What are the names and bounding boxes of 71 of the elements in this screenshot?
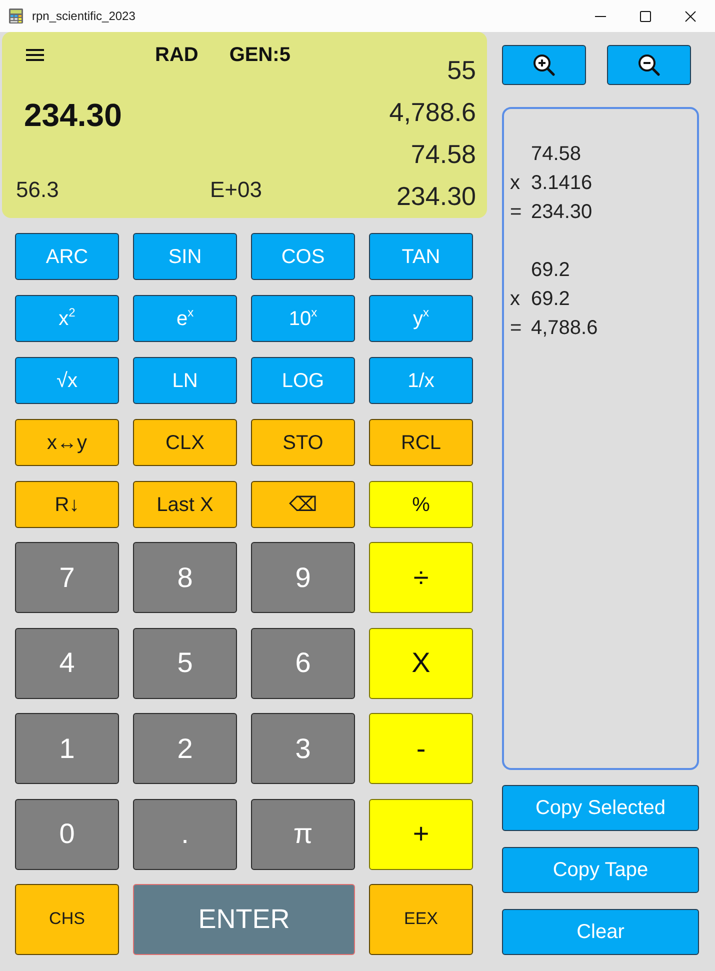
stack-key[interactable]: CHS	[15, 884, 119, 955]
digit-key[interactable]: 2	[133, 713, 237, 784]
digit-key[interactable]: 4	[15, 628, 119, 698]
angle-mode: RAD	[155, 44, 198, 66]
zoom-in-button[interactable]	[502, 45, 586, 85]
function-key[interactable]: e$^{x}$	[133, 295, 237, 342]
function-key[interactable]: COS	[251, 233, 355, 280]
close-icon	[685, 10, 696, 22]
menu-icon[interactable]	[25, 48, 45, 62]
x-register-value: 234.30	[24, 96, 122, 135]
tape-value: 4,788.6	[531, 317, 598, 340]
digit-key[interactable]: 0	[15, 798, 119, 870]
stack-key[interactable]: EEX	[369, 884, 473, 955]
tape-list[interactable]: 74.58 x 3.1416 = 234.30 69.2 x 69.2 = 4,788.6	[502, 107, 699, 770]
tape-operator: x	[510, 172, 521, 195]
enter-key[interactable]: ENTER	[133, 884, 355, 955]
stack-value: 4,788.6	[389, 96, 476, 129]
zoom-out-button[interactable]	[607, 45, 691, 85]
tape-button[interactable]: Copy Selected	[502, 785, 699, 831]
digit-key[interactable]: .	[133, 798, 237, 870]
stack-key[interactable]: RCL	[369, 419, 473, 466]
digit-key[interactable]: 1	[15, 713, 119, 784]
operator-key[interactable]: -	[369, 713, 473, 784]
exponent-value: E+03	[210, 176, 262, 204]
digit-key[interactable]: 7	[15, 542, 119, 613]
zoom-out-icon	[637, 53, 661, 77]
digit-key[interactable]: 5	[133, 628, 237, 698]
tape-button[interactable]: Clear	[502, 909, 699, 955]
function-key[interactable]: √x	[15, 357, 119, 404]
function-key[interactable]: 1/x	[369, 357, 473, 404]
display-format: GEN:5	[229, 44, 290, 66]
operator-key[interactable]: %	[369, 481, 473, 528]
function-key[interactable]: LOG	[251, 357, 355, 404]
function-key[interactable]: ARC	[15, 233, 119, 280]
stack-key[interactable]: STO	[251, 419, 355, 466]
function-key[interactable]: SIN	[133, 233, 237, 280]
stack-value: 74.58	[410, 138, 476, 171]
stack-key[interactable]: Last X	[133, 481, 237, 528]
stack-key[interactable]: ⌫	[251, 481, 355, 528]
stack-value: 55	[447, 54, 476, 87]
stack-key[interactable]: CLX	[133, 419, 237, 466]
tape-value: 3.1416	[531, 172, 592, 195]
function-key[interactable]: y$^{x}$	[369, 295, 473, 342]
tape-value: 74.58	[531, 143, 582, 166]
function-key[interactable]: TAN	[369, 233, 473, 280]
tape-value: 69.2	[531, 288, 570, 311]
window-title: rpn_scientific_2023	[32, 9, 136, 23]
zoom-in-icon	[532, 53, 556, 77]
tape-value: 234.30	[531, 201, 592, 224]
tape-operator: x	[510, 288, 521, 311]
tape-value: 69.2	[531, 259, 570, 282]
function-key[interactable]: 10$^{x}$	[251, 295, 355, 342]
digit-key[interactable]: 9	[251, 542, 355, 613]
maximize-icon	[640, 10, 651, 22]
digit-key[interactable]: π	[251, 798, 355, 870]
operator-key[interactable]: ÷	[369, 542, 473, 613]
function-key[interactable]: LN	[133, 357, 237, 404]
stack-value: 234.30	[396, 180, 476, 213]
operator-key[interactable]: +	[369, 798, 473, 870]
stack-key[interactable]: x↔y	[15, 419, 119, 466]
memory-value: 56.3	[16, 176, 59, 204]
digit-key[interactable]: 8	[133, 542, 237, 613]
tape-button[interactable]: Copy Tape	[502, 847, 699, 893]
tape-operator: =	[510, 201, 523, 224]
digit-key[interactable]: 3	[251, 713, 355, 784]
digit-key[interactable]: 6	[251, 628, 355, 698]
function-key[interactable]: x$^{2}$	[15, 295, 119, 342]
calculator-icon	[8, 8, 24, 24]
tape-operator: =	[510, 317, 523, 340]
stack-key[interactable]: R↓	[15, 481, 119, 528]
operator-key[interactable]: X	[369, 628, 473, 698]
